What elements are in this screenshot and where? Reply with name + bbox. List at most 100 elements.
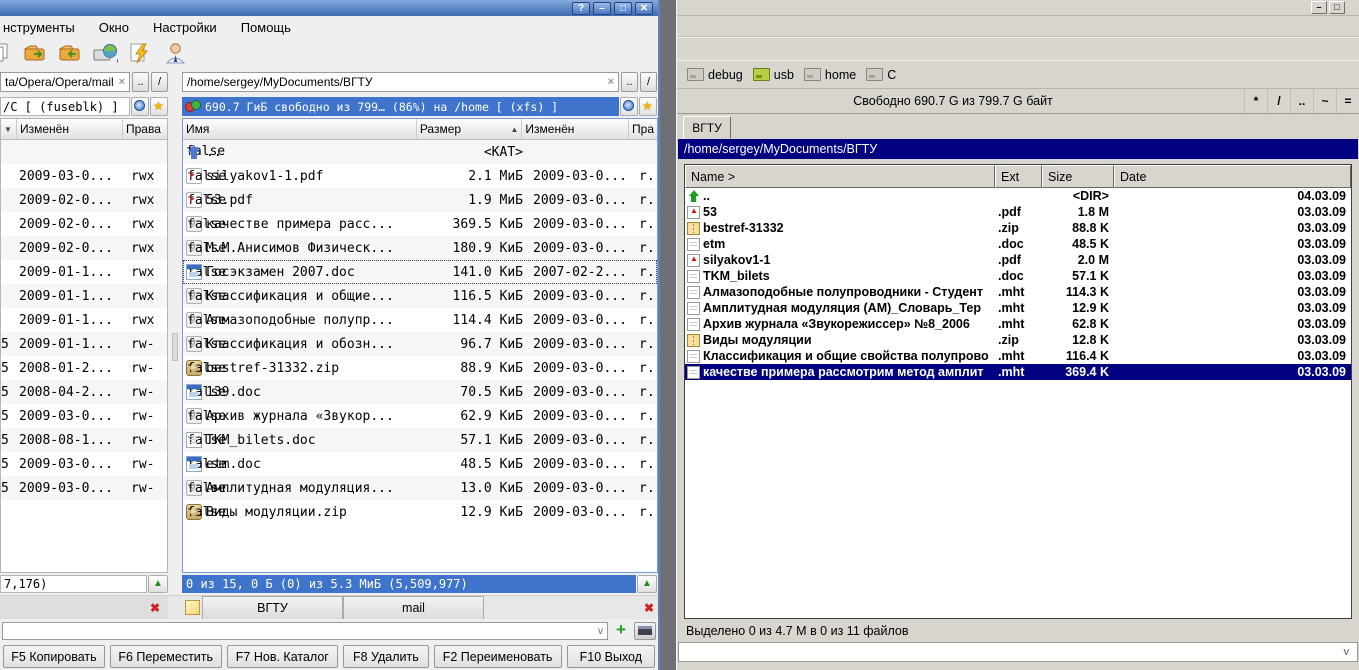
lightning-page-icon[interactable] <box>127 40 153 66</box>
table-row[interactable]: 52008-08-1...rw- <box>1 428 167 452</box>
table-row[interactable]: качестве примера рассмотрим метод амплит… <box>685 364 1351 380</box>
close-button[interactable]: ✕ <box>635 2 653 15</box>
table-row[interactable]: false..<КАТ> <box>183 140 657 164</box>
table-row[interactable]: 53.pdf1.8 M03.03.09 <box>685 204 1351 220</box>
nav-button-4[interactable]: = <box>1336 89 1359 113</box>
table-row[interactable]: Амплитудная модуляция (АМ)_Словарь_Тер.m… <box>685 300 1351 316</box>
folder-export-icon[interactable] <box>57 40 83 66</box>
table-row[interactable]: falseetm.doc48.5 КиБ2009-03-0...r. <box>183 452 657 476</box>
panel-splitter[interactable] <box>168 118 182 573</box>
nav-button-1[interactable]: / <box>1267 89 1290 113</box>
table-row[interactable]: 2009-02-0...rwx <box>1 212 167 236</box>
close-tab-icon[interactable]: ✖ <box>640 596 658 619</box>
table-row[interactable]: falsesilyakov1-1.pdf2.1 МиБ2009-03-0...r… <box>183 164 657 188</box>
maximize-button[interactable]: □ <box>614 2 632 15</box>
help-button[interactable]: ? <box>572 2 590 15</box>
maximize-button[interactable]: □ <box>1329 1 1345 14</box>
column-name[interactable]: Имя <box>183 119 417 139</box>
table-row[interactable]: 2009-01-1...rwx <box>1 308 167 332</box>
column-name[interactable]: Name > <box>685 165 995 188</box>
table-row[interactable]: falseМ.М.Анисимов Физическ...180.9 КиБ20… <box>183 236 657 260</box>
table-row[interactable]: 2009-01-1...rwx <box>1 284 167 308</box>
table-row[interactable]: silyakov1-1.pdf2.0 M03.03.09 <box>685 252 1351 268</box>
table-row[interactable]: falsebestref-31332.zip88.9 КиБ2009-03-0.… <box>183 356 657 380</box>
table-row[interactable]: 52009-03-0...rw- <box>1 476 167 500</box>
up-dir-button[interactable]: .. <box>621 72 638 92</box>
table-row[interactable]: falseКлассификация и обозн...96.7 КиБ200… <box>183 332 657 356</box>
history-clock-icon[interactable] <box>620 97 638 116</box>
column-ext[interactable]: Ext <box>995 165 1042 188</box>
up-triangle-icon[interactable]: ▲ <box>637 575 657 593</box>
new-tab-icon[interactable] <box>182 596 202 619</box>
table-row[interactable]: 2009-02-0...rwx <box>1 188 167 212</box>
table-row[interactable]: 52008-01-2...rw- <box>1 356 167 380</box>
table-row[interactable]: Архив журнала «Звукорежиссер» №8_2006.mh… <box>685 316 1351 332</box>
right-path-input[interactable]: /home/sergey/MyDocuments/ВГТУ × <box>182 72 619 92</box>
fkey-button-4[interactable]: F8 Удалить <box>343 645 428 668</box>
minimize-button[interactable]: – <box>1311 1 1327 14</box>
fkey-button-2[interactable]: F6 Переместить <box>110 645 222 668</box>
column-date[interactable]: Date <box>1114 165 1351 188</box>
table-row[interactable]: falseВиды модуляции.zip12.9 КиБ2009-03-0… <box>183 500 657 524</box>
up-dir-button[interactable]: .. <box>132 72 149 92</box>
menu-item-3[interactable]: Помощь <box>241 20 291 35</box>
folder-import-icon[interactable] <box>22 40 48 66</box>
menu-item-0[interactable]: нструменты <box>3 20 75 35</box>
media-icon[interactable] <box>185 100 201 113</box>
nav-button-0[interactable]: * <box>1244 89 1267 113</box>
table-row[interactable] <box>1 140 167 164</box>
table-row[interactable]: falseАрхив журнала «Звукор...62.9 КиБ200… <box>183 404 657 428</box>
fkey-button-3[interactable]: F7 Нов. Каталог <box>227 645 339 668</box>
terminal-icon[interactable] <box>634 622 656 640</box>
column-modified[interactable]: Изменён <box>17 119 123 139</box>
bookmark-star-icon[interactable] <box>150 97 168 116</box>
table-row[interactable]: 2009-03-0...rwx <box>1 164 167 188</box>
table-row[interactable]: 2009-02-0...rwx <box>1 236 167 260</box>
left-path-input[interactable]: ta/Opera/Opera/mail × <box>0 72 130 92</box>
left-titlebar[interactable]: ?–□✕ <box>0 0 658 16</box>
history-clock-icon[interactable] <box>131 97 149 116</box>
drive-button-usb[interactable]: usb <box>753 68 794 82</box>
table-row[interactable]: falseГосэкзамен 2007.doc141.0 КиБ2007-02… <box>183 260 657 284</box>
table-row[interactable]: etm.doc48.5 K03.03.09 <box>685 236 1351 252</box>
left-panel-header[interactable]: ▼ Изменён Права <box>1 119 167 140</box>
table-row[interactable]: 52009-01-1...rw- <box>1 332 167 356</box>
table-row[interactable]: falseкачестве примера расс...369.5 КиБ20… <box>183 212 657 236</box>
table-row[interactable]: TKM_bilets.doc57.1 K03.03.09 <box>685 268 1351 284</box>
root-dir-button[interactable]: / <box>640 72 657 92</box>
table-row[interactable]: bestref-31332.zip88.8 K03.03.09 <box>685 220 1351 236</box>
table-row[interactable]: 52009-03-0...rw- <box>1 452 167 476</box>
column-permissions[interactable]: Пра <box>629 119 657 139</box>
minimize-button[interactable]: – <box>593 2 611 15</box>
clear-path-icon[interactable]: × <box>119 76 125 88</box>
right-titlebar[interactable]: –□ <box>677 0 1359 15</box>
table-row[interactable]: ..<DIR>04.03.09 <box>685 188 1351 204</box>
nav-button-2[interactable]: .. <box>1290 89 1313 113</box>
disk-globe-icon[interactable] <box>92 40 118 66</box>
tab-vgtu[interactable]: ВГТУ <box>683 116 731 139</box>
close-tab-icon[interactable]: ✖ <box>146 601 164 615</box>
table-row[interactable]: falseКлассификация и общие...116.5 КиБ20… <box>183 284 657 308</box>
table-row[interactable]: false139.doc70.5 КиБ2009-03-0...r. <box>183 380 657 404</box>
plus-icon[interactable]: + <box>611 621 631 641</box>
column-modified[interactable]: Изменён <box>522 119 629 139</box>
up-triangle-icon[interactable]: ▲ <box>148 575 168 593</box>
drive-button-home[interactable]: home <box>804 68 856 82</box>
nav-button-3[interactable]: ~ <box>1313 89 1336 113</box>
tab-ВГТУ[interactable]: ВГТУ <box>202 596 343 619</box>
command-line-input[interactable]: v <box>2 622 608 640</box>
user-icon[interactable] <box>162 40 188 66</box>
bookmark-star-icon[interactable] <box>639 97 657 116</box>
column-permissions[interactable]: Права <box>123 119 167 139</box>
command-input[interactable]: v <box>678 642 1358 662</box>
clear-path-icon[interactable]: × <box>608 76 614 88</box>
column-size[interactable]: Size <box>1042 165 1114 188</box>
root-dir-button[interactable]: / <box>151 72 168 92</box>
menu-item-1[interactable]: Окно <box>99 20 129 35</box>
table-row[interactable]: Классификация и общие свойства полупрово… <box>685 348 1351 364</box>
table-row[interactable]: Алмазоподобные полупроводники - Студент.… <box>685 284 1351 300</box>
table-row[interactable]: falseАлмазоподобные полупр...114.4 КиБ20… <box>183 308 657 332</box>
column-size[interactable]: Размер ▲ <box>417 119 523 139</box>
table-row[interactable]: Виды модуляции.zip12.8 K03.03.09 <box>685 332 1351 348</box>
table-row[interactable]: 2009-01-1...rwx <box>1 260 167 284</box>
